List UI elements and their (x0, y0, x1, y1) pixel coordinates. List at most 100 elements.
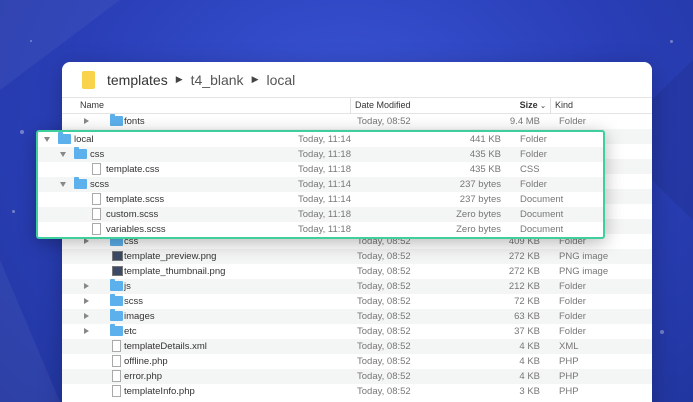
file-name: template.css (106, 164, 160, 175)
file-name: custom.scss (106, 209, 159, 220)
file-kind: Document (520, 209, 564, 220)
table-row[interactable]: templateInfo.php Today, 08:52 3 KB PHP (62, 384, 652, 399)
document-icon (112, 385, 121, 397)
column-size-label: Size (519, 100, 538, 110)
date-modified: Today, 11:18 (298, 224, 351, 235)
file-size: 435 KB (469, 164, 501, 175)
file-name: local (74, 134, 94, 145)
chevron-right-icon: ▶ (175, 74, 183, 84)
column-size[interactable]: Size ⌄ (482, 98, 552, 113)
file-name: template_preview.png (124, 251, 217, 262)
table-row[interactable]: variables.scss Today, 11:18 Zero bytes Docu… (38, 222, 603, 237)
table-row[interactable]: template_preview.png Today, 08:52 272 KB PN… (62, 249, 652, 264)
disclosure-expanded-icon[interactable] (60, 152, 66, 157)
file-size: 37 KB (514, 326, 540, 337)
table-row[interactable]: scss Today, 08:52 72 KB Folder (62, 294, 652, 309)
table-row[interactable]: custom.scss Today, 11:18 Zero bytes Documen… (38, 207, 603, 222)
file-size: 237 bytes (459, 179, 501, 190)
file-size: 237 bytes (459, 194, 501, 205)
file-kind: Folder (520, 134, 547, 145)
date-modified: Today, 11:14 (298, 134, 351, 145)
file-name: template.scss (106, 194, 165, 205)
disclosure-collapsed-icon[interactable] (84, 298, 89, 304)
date-modified: Today, 11:14 (298, 179, 351, 190)
file-name: error.php (124, 371, 163, 382)
file-size: 212 KB (508, 281, 540, 292)
date-modified: Today, 11:18 (298, 149, 351, 160)
table-row[interactable]: template_thumbnail.png Today, 08:52 272 KB… (62, 264, 652, 279)
document-icon (112, 340, 121, 352)
breadcrumb-t4-blank[interactable]: t4_blank (191, 72, 244, 88)
file-size: 441 KB (469, 134, 501, 145)
file-kind: Folder (520, 179, 547, 190)
file-size: 4 KB (519, 356, 540, 367)
file-name: etc (124, 326, 137, 337)
document-icon (92, 193, 101, 205)
date-modified: Today, 11:14 (298, 194, 351, 205)
table-row[interactable]: fonts Today, 08:52 9.4 MB Folder (62, 114, 652, 129)
folder-icon (110, 309, 123, 321)
disclosure-expanded-icon[interactable] (60, 182, 66, 187)
file-kind: PHP (559, 386, 579, 397)
date-modified: Today, 08:52 (357, 341, 411, 352)
disclosure-collapsed-icon[interactable] (84, 313, 89, 319)
file-kind: PNG image (559, 251, 609, 262)
date-modified: Today, 08:52 (357, 356, 411, 367)
date-modified: Today, 08:52 (357, 266, 411, 277)
file-size: 4 KB (519, 341, 540, 352)
file-name: scss (124, 296, 143, 307)
file-name: variables.scss (106, 224, 166, 235)
image-file-icon (112, 251, 123, 261)
file-size: 9.4 MB (509, 116, 540, 127)
table-row[interactable]: scss Today, 11:14 237 bytes Folder (38, 177, 603, 192)
file-kind: Document (520, 194, 564, 205)
table-row[interactable]: local Today, 11:14 441 KB Folder (38, 132, 603, 147)
table-row[interactable]: offline.php Today, 08:52 4 KB PHP (62, 354, 652, 369)
date-modified: Today, 08:52 (357, 281, 411, 292)
file-kind: Folder (520, 149, 547, 160)
table-row[interactable]: images Today, 08:52 63 KB Folder (62, 309, 652, 324)
folder-icon (110, 114, 123, 126)
file-name: templateDetails.xml (124, 341, 207, 352)
chevron-right-icon: ▶ (251, 74, 259, 84)
document-icon (112, 370, 121, 382)
table-row[interactable]: template.css Today, 11:18 435 KB CSS (38, 162, 603, 177)
disclosure-collapsed-icon[interactable] (84, 283, 89, 289)
file-name: templateInfo.php (124, 386, 195, 397)
column-kind[interactable]: Kind (550, 98, 573, 113)
folder-icon (110, 279, 123, 291)
file-size: 272 KB (508, 266, 540, 277)
folder-icon (82, 70, 95, 89)
disclosure-collapsed-icon[interactable] (84, 328, 89, 334)
file-name: template_thumbnail.png (124, 266, 226, 277)
folder-icon (110, 294, 123, 306)
table-row[interactable]: error.php Today, 08:52 4 KB PHP (62, 369, 652, 384)
file-name: fonts (124, 116, 145, 127)
file-size: 435 KB (469, 149, 501, 160)
date-modified: Today, 08:52 (357, 251, 411, 262)
table-row[interactable]: etc Today, 08:52 37 KB Folder (62, 324, 652, 339)
file-kind: Folder (559, 311, 586, 322)
image-file-icon (112, 266, 123, 276)
table-row[interactable]: template.scss Today, 11:14 237 bytes Docume… (38, 192, 603, 207)
file-name: css (90, 149, 105, 160)
file-name: js (124, 281, 131, 292)
document-icon (112, 355, 121, 367)
table-row[interactable]: js Today, 08:52 212 KB Folder (62, 279, 652, 294)
disclosure-expanded-icon[interactable] (44, 137, 50, 142)
breadcrumb-local[interactable]: local (266, 72, 295, 88)
table-row[interactable]: css Today, 11:18 435 KB Folder (38, 147, 603, 162)
breadcrumb-templates[interactable]: templates (107, 72, 168, 88)
date-modified: Today, 08:52 (357, 386, 411, 397)
disclosure-collapsed-icon[interactable] (84, 118, 89, 124)
date-modified: Today, 08:52 (357, 116, 411, 127)
column-name[interactable]: Name (76, 98, 104, 113)
chevron-down-icon: ⌄ (540, 103, 546, 110)
file-size: 3 KB (519, 386, 540, 397)
file-kind: PHP (559, 371, 579, 382)
date-modified: Today, 08:52 (357, 311, 411, 322)
file-kind: CSS (520, 164, 540, 175)
file-size: 63 KB (514, 311, 540, 322)
table-row[interactable]: templateDetails.xml Today, 08:52 4 KB XML (62, 339, 652, 354)
date-modified: Today, 11:18 (298, 164, 351, 175)
